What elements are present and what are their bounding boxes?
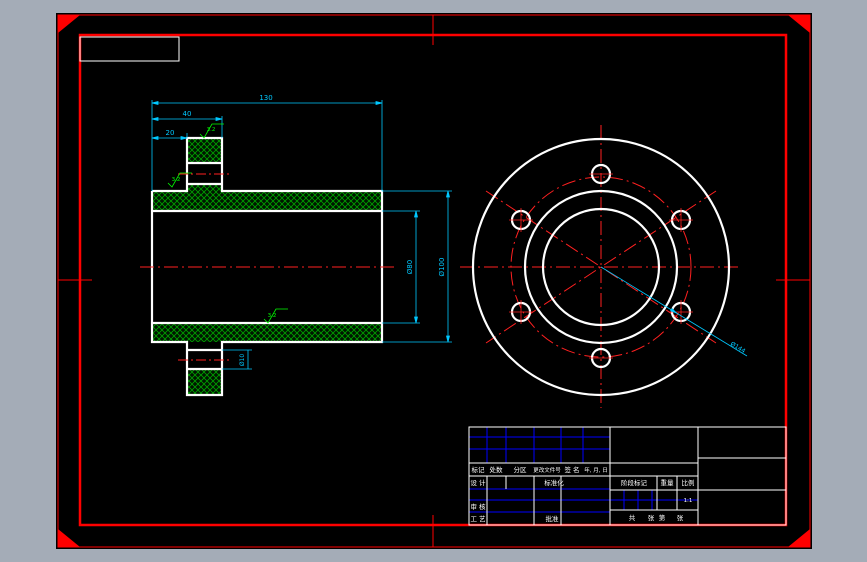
tb-sheet-no: 第	[659, 513, 666, 522]
tb-mark: 标记	[472, 465, 486, 474]
tb-sheet-label: 张	[677, 513, 684, 522]
dim-flange-position: 40	[183, 110, 192, 118]
tb-sheets-label: 张	[648, 513, 655, 522]
tb-signature: 签 名	[564, 465, 579, 474]
drawing-background	[56, 13, 812, 549]
tb-date: 年, 月, 日	[584, 466, 608, 474]
tb-change-doc: 更改文件号	[533, 466, 561, 474]
roughness-value: 3.2	[268, 313, 277, 319]
dim-overall-length: 130	[259, 94, 272, 102]
tb-scale: 比例	[682, 478, 695, 487]
roughness-value: 3.2	[172, 177, 181, 183]
dim-step-height: Ø10	[239, 354, 246, 367]
tb-process: 工 艺	[470, 515, 486, 523]
hatch-wall-top	[152, 191, 382, 211]
dim-outer-diameter: Ø100	[438, 258, 446, 277]
tb-review: 审 核	[470, 502, 486, 511]
tb-scale-value: 1:1	[684, 498, 693, 504]
hatch-wall-bottom	[152, 323, 382, 342]
dim-bore-diameter: Ø80	[406, 260, 414, 274]
tb-sheets-total: 共	[629, 513, 636, 522]
tb-weight: 重量	[661, 479, 675, 487]
tb-zone: 分区	[514, 465, 528, 474]
hatch-flange-top	[187, 138, 222, 163]
tb-design: 设 计	[470, 478, 486, 487]
tb-count: 处数	[490, 465, 504, 474]
roughness-value: 3.2	[207, 127, 216, 133]
tb-stage-mark: 阶段标记	[621, 478, 648, 487]
dim-flange-thickness: 20	[166, 129, 175, 137]
hatch-flange-bottom	[187, 369, 222, 395]
cad-drawing-canvas: 130 40 20 Ø80 Ø100 Ø10 3.2 3.2 3.2 Ø144 …	[56, 13, 812, 549]
tb-approve: 批准	[546, 514, 560, 523]
tb-standardization: 标准化	[544, 478, 564, 487]
